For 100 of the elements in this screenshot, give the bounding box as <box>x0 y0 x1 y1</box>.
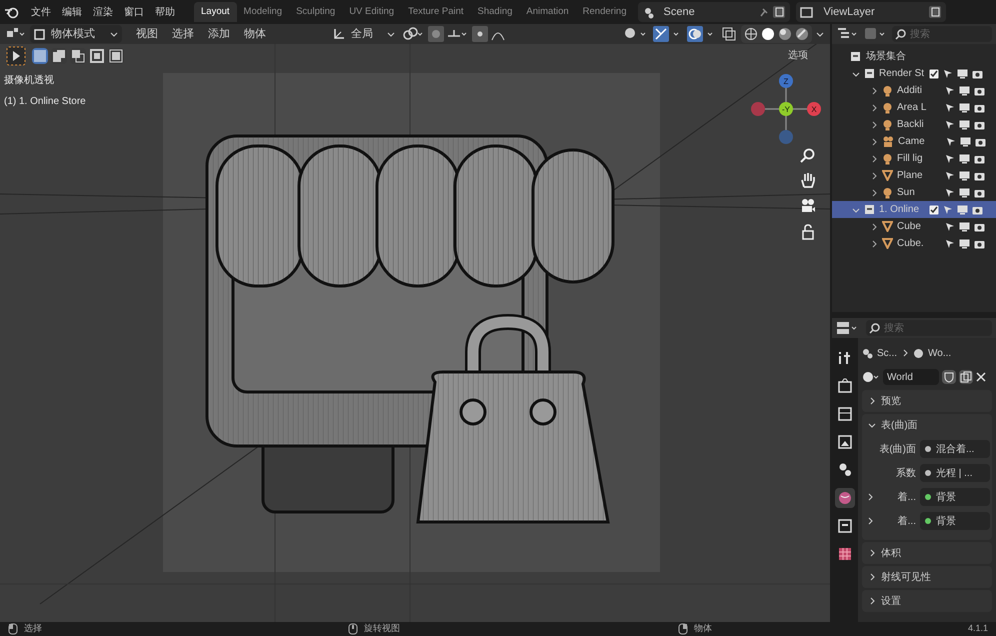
new-view-layer-icon[interactable] <box>928 5 942 19</box>
checkbox-icon[interactable] <box>929 68 939 78</box>
xray-icon[interactable] <box>721 26 737 42</box>
fake-user-shield-icon[interactable] <box>942 370 956 384</box>
gizmo-axis-handle[interactable] <box>779 130 793 144</box>
monitor-icon[interactable] <box>959 222 970 232</box>
camera-icon[interactable] <box>974 120 985 130</box>
menu-item[interactable]: 物体 <box>244 26 266 42</box>
object-name[interactable]: Cube. <box>897 236 941 251</box>
menu-item[interactable]: 窗口 <box>119 4 149 20</box>
close-icon[interactable] <box>976 372 986 382</box>
duplicate-icon[interactable] <box>959 370 973 384</box>
options-menu[interactable]: 选项 <box>788 48 808 63</box>
select-tool-icon[interactable] <box>6 46 26 66</box>
camera-icon[interactable] <box>974 238 985 248</box>
chevron-right-icon[interactable] <box>866 517 874 525</box>
menu-item[interactable]: 添加 <box>208 26 230 42</box>
shader-field[interactable]: 背景 <box>920 512 990 530</box>
workspace-tab[interactable]: Animation <box>519 2 576 22</box>
dropdown-caret-icon[interactable] <box>816 30 824 38</box>
wireframe-shading-icon[interactable] <box>744 27 758 41</box>
chevron-right-icon[interactable] <box>870 120 878 128</box>
orientation-dropdown[interactable]: 全局 <box>330 25 398 43</box>
app-logo-icon[interactable] <box>4 5 20 19</box>
camera-icon[interactable] <box>974 86 985 96</box>
menu-item[interactable]: 帮助 <box>150 4 180 20</box>
chevron-right-icon[interactable] <box>870 172 878 180</box>
zoom-icon[interactable] <box>800 148 816 164</box>
menu-item[interactable]: 文件 <box>26 4 56 20</box>
chevron-right-icon[interactable] <box>870 154 878 162</box>
rendered-shading-icon[interactable] <box>795 27 809 41</box>
chevron-right-icon[interactable] <box>870 104 878 112</box>
menu-item[interactable]: 渲染 <box>88 4 118 20</box>
chevron-right-icon[interactable] <box>870 86 878 94</box>
monitor-icon[interactable] <box>957 68 968 78</box>
checkbox-icon[interactable] <box>929 204 939 214</box>
object-name[interactable]: Cube <box>897 219 941 234</box>
workspace-tab[interactable]: Modeling <box>236 2 290 22</box>
world-tab[interactable] <box>835 488 855 508</box>
selection-mode-icon[interactable] <box>89 48 105 64</box>
shader-field[interactable]: 光程 | ... <box>920 464 990 482</box>
panel-header[interactable]: 射线可见性 <box>862 566 992 588</box>
object-name[interactable]: Plane <box>897 168 941 183</box>
chevron-right-icon[interactable] <box>870 138 878 146</box>
shader-field[interactable]: 混合着... <box>920 440 990 458</box>
monitor-icon[interactable] <box>959 102 970 112</box>
menu-item[interactable]: 选择 <box>172 26 194 42</box>
object-name[interactable]: Area L <box>897 100 941 115</box>
menu-item[interactable]: 编辑 <box>57 4 87 20</box>
shading-mode-group[interactable] <box>741 25 812 43</box>
panel-header[interactable]: 设置 <box>862 590 992 612</box>
camera-icon[interactable] <box>972 204 983 214</box>
chevron-right-icon[interactable] <box>870 240 878 248</box>
workspace-tab[interactable]: Shading <box>470 2 520 22</box>
monitor-icon[interactable] <box>960 136 971 146</box>
collection-name[interactable]: 1. Online <box>879 202 925 217</box>
camera-icon[interactable] <box>974 154 985 164</box>
view-layer-icon[interactable] <box>800 6 812 18</box>
selection-mode-icon[interactable] <box>51 48 67 64</box>
object-name[interactable]: Came <box>898 134 942 149</box>
camera-icon[interactable] <box>974 188 985 198</box>
gizmo-axis-handle[interactable]: -Y <box>779 102 793 116</box>
gizmo-axis-handle[interactable]: X <box>807 102 821 116</box>
chevron-right-icon[interactable] <box>870 222 878 230</box>
object-name[interactable]: Sun <box>897 185 941 200</box>
shader-field[interactable]: 背景 <box>920 488 990 506</box>
collection-name[interactable]: Render St <box>879 66 925 81</box>
world-icon[interactable] <box>862 371 880 383</box>
object-name[interactable]: Fill lig <box>897 151 941 166</box>
hand-icon[interactable] <box>800 172 816 188</box>
workspace-tab[interactable]: UV Editing <box>342 2 402 22</box>
gizmo-axis-handle[interactable]: Z <box>779 74 793 88</box>
chevron-down-icon[interactable] <box>852 70 860 78</box>
chevron-right-icon[interactable] <box>866 493 874 501</box>
selection-mode-icon[interactable] <box>108 48 124 64</box>
workspace-tab[interactable]: Rendering <box>576 2 634 22</box>
mode-dropdown[interactable]: 物体模式 <box>30 25 122 43</box>
editor-type-icon[interactable] <box>836 321 858 335</box>
solid-shading-icon[interactable] <box>761 27 775 41</box>
object-name[interactable]: Backli <box>897 117 941 132</box>
camera-icon[interactable] <box>975 136 986 146</box>
selected-row[interactable]: 1. Online <box>832 201 996 218</box>
camera-icon[interactable] <box>974 102 985 112</box>
workspace-tab[interactable]: Sculpting <box>289 2 342 22</box>
panel-header[interactable]: 表(曲)面 <box>862 414 992 436</box>
world-name-field[interactable]: World <box>883 369 939 385</box>
monitor-icon[interactable] <box>959 154 970 164</box>
camera-icon[interactable] <box>974 222 985 232</box>
collection-name[interactable]: 场景集合 <box>866 49 906 64</box>
properties-search-field[interactable]: 搜索 <box>866 320 992 336</box>
panel-header[interactable]: 预览 <box>862 390 992 412</box>
camera-icon[interactable] <box>974 170 985 180</box>
material-shading-icon[interactable] <box>778 27 792 41</box>
outliner-search-field[interactable]: 搜索 <box>892 26 992 42</box>
display-mode-icon[interactable] <box>836 27 858 41</box>
menu-item[interactable]: 视图 <box>136 26 158 42</box>
camera-icon[interactable] <box>800 198 816 214</box>
monitor-icon[interactable] <box>959 86 970 96</box>
breadcrumb-item[interactable]: Wo... <box>928 346 952 360</box>
chevron-right-icon[interactable] <box>870 188 878 196</box>
